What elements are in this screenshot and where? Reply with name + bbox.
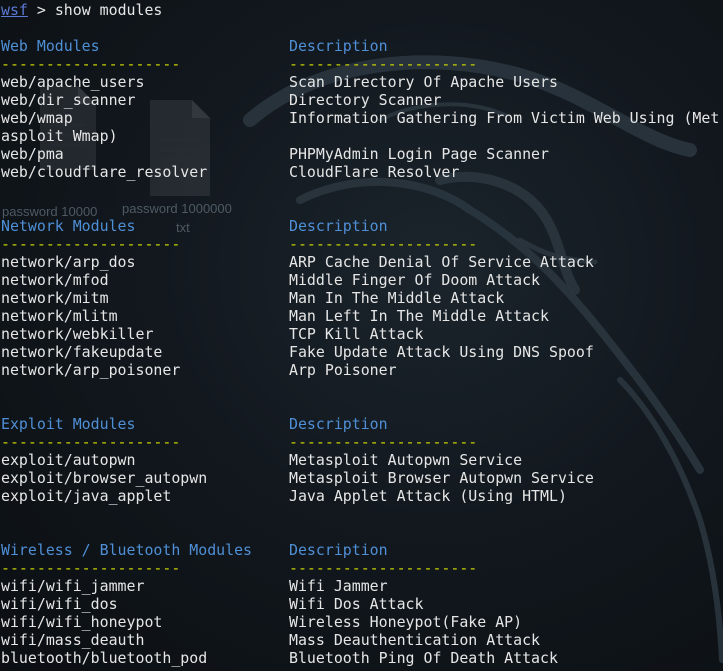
module-name: web/apache_users xyxy=(1,73,145,91)
description-header: Description xyxy=(289,217,388,235)
module-row: wifi/wifi_jammer Wifi Jammer xyxy=(1,577,723,595)
module-description: Directory Scanner xyxy=(289,91,442,109)
module-description: Metasploit Browser Autopwn Service xyxy=(289,469,594,487)
section-divider: -------------------- --------------------… xyxy=(1,559,723,577)
module-description: TCP Kill Attack xyxy=(289,325,424,343)
module-name: wifi/wifi_dos xyxy=(1,595,118,613)
module-row: network/fakeupdate Fake Update Attack Usi… xyxy=(1,343,723,361)
modules-header: Network Modules xyxy=(1,217,136,235)
module-row: network/mfod Middle Finger Of Doom Attack xyxy=(1,271,723,289)
module-name: web/dir_scanner xyxy=(1,91,136,109)
modules-dashes: -------------------- xyxy=(1,235,181,253)
module-name: network/mlitm xyxy=(1,307,118,325)
module-name: network/fakeupdate xyxy=(1,343,163,361)
module-description: Man In The Middle Attack xyxy=(289,289,505,307)
module-name: exploit/browser_autopwn xyxy=(1,469,208,487)
modules-header: Exploit Modules xyxy=(1,415,136,433)
description-dashes: --------------------- xyxy=(289,55,478,73)
module-name: exploit/java_applet xyxy=(1,487,172,505)
module-row: exploit/browser_autopwn Metasploit Browse… xyxy=(1,469,723,487)
module-name: network/webkiller xyxy=(1,325,154,343)
module-description: Scan Directory Of Apache Users xyxy=(289,73,558,91)
module-row: network/mlitm Man Left In The Middle Atta… xyxy=(1,307,723,325)
module-description: CloudFlare Resolver xyxy=(289,163,460,181)
module-description: PHPMyAdmin Login Page Scanner xyxy=(289,145,549,163)
module-description: Middle Finger Of Doom Attack xyxy=(289,271,541,289)
prompt-line: wsf > show modules xyxy=(1,1,723,19)
module-row: network/webkiller TCP Kill Attack xyxy=(1,325,723,343)
module-row: network/arp_dos ARP Cache Denial Of Servi… xyxy=(1,253,723,271)
wrapped-text: asploit Wmap) xyxy=(1,127,118,145)
section-header-web: Web Modules Description xyxy=(1,37,723,55)
prompt-separator: > xyxy=(27,1,55,19)
module-name: network/arp_dos xyxy=(1,253,136,271)
description-header: Description xyxy=(289,37,388,55)
section-divider: -------------------- --------------------… xyxy=(1,55,723,73)
module-description: Bluetooth Ping Of Death Attack xyxy=(289,649,558,667)
section-header-network: Network Modules Description xyxy=(1,217,723,235)
module-description: Mass Deauthentication Attack xyxy=(289,631,541,649)
terminal-window[interactable]: password 10000 password 1000000 txt wsf … xyxy=(0,0,723,671)
module-name: exploit/autopwn xyxy=(1,451,136,469)
modules-dashes: -------------------- xyxy=(1,433,181,451)
module-row: exploit/autopwn Metasploit Autopwn Servic… xyxy=(1,451,723,469)
module-name: web/pma xyxy=(1,145,64,163)
module-row: bluetooth/bluetooth_pod Bluetooth Ping Of… xyxy=(1,649,723,667)
module-row: exploit/java_applet Java Applet Attack (U… xyxy=(1,487,723,505)
module-description: Wireless Honeypot(Fake AP) xyxy=(289,613,523,631)
module-description: ARP Cache Denial Of Service Attack xyxy=(289,253,594,271)
module-row: asploit Wmap) xyxy=(1,127,723,145)
module-name: network/mitm xyxy=(1,289,109,307)
prompt-command: show modules xyxy=(54,1,163,19)
module-description: Information Gathering From Victim Web Us… xyxy=(289,109,720,127)
module-description: Metasploit Autopwn Service xyxy=(289,451,523,469)
module-row: web/wmap Information Gathering From Victi… xyxy=(1,109,723,127)
module-row: wifi/mass_deauth Mass Deauthentication At… xyxy=(1,631,723,649)
description-dashes: --------------------- xyxy=(289,559,478,577)
description-header: Description xyxy=(289,415,388,433)
terminal-output: wsf > show modules Web Modules Descriptio… xyxy=(1,1,723,667)
module-name: wifi/wifi_honeypot xyxy=(1,613,163,631)
module-description: Arp Poisoner xyxy=(289,361,397,379)
module-name: network/arp_poisoner xyxy=(1,361,181,379)
module-description: Man Left In The Middle Attack xyxy=(289,307,549,325)
module-name: wifi/wifi_jammer xyxy=(1,577,145,595)
module-description: Wifi Jammer xyxy=(289,577,388,595)
module-name: web/cloudflare_resolver xyxy=(1,163,208,181)
section-divider: -------------------- --------------------… xyxy=(1,433,723,451)
module-description: Wifi Dos Attack xyxy=(289,595,424,613)
module-row: web/apache_users Scan Directory Of Apache… xyxy=(1,73,723,91)
module-row: web/dir_scanner Directory Scanner xyxy=(1,91,723,109)
module-row: web/cloudflare_resolver CloudFlare Resolv… xyxy=(1,163,723,181)
module-name: bluetooth/bluetooth_pod xyxy=(1,649,208,667)
description-dashes: --------------------- xyxy=(289,433,478,451)
description-header: Description xyxy=(289,541,388,559)
module-description: Java Applet Attack (Using HTML) xyxy=(289,487,567,505)
module-name: web/wmap xyxy=(1,109,73,127)
section-divider: -------------------- --------------------… xyxy=(1,235,723,253)
module-name: wifi/mass_deauth xyxy=(1,631,145,649)
modules-dashes: -------------------- xyxy=(1,55,181,73)
prompt-user: wsf xyxy=(1,1,28,19)
description-dashes: --------------------- xyxy=(289,235,478,253)
section-header-wireless: Wireless / Bluetooth Modules Description xyxy=(1,541,723,559)
module-row: network/arp_poisoner Arp Poisoner xyxy=(1,361,723,379)
module-row: wifi/wifi_honeypot Wireless Honeypot(Fake… xyxy=(1,613,723,631)
modules-dashes: -------------------- xyxy=(1,559,181,577)
module-row: wifi/wifi_dos Wifi Dos Attack xyxy=(1,595,723,613)
module-row: web/pma PHPMyAdmin Login Page Scanner xyxy=(1,145,723,163)
section-header-exploit: Exploit Modules Description xyxy=(1,415,723,433)
modules-header: Wireless / Bluetooth Modules xyxy=(1,541,253,559)
module-row: network/mitm Man In The Middle Attack xyxy=(1,289,723,307)
module-name: network/mfod xyxy=(1,271,109,289)
modules-header: Web Modules xyxy=(1,37,100,55)
module-description: Fake Update Attack Using DNS Spoof xyxy=(289,343,594,361)
